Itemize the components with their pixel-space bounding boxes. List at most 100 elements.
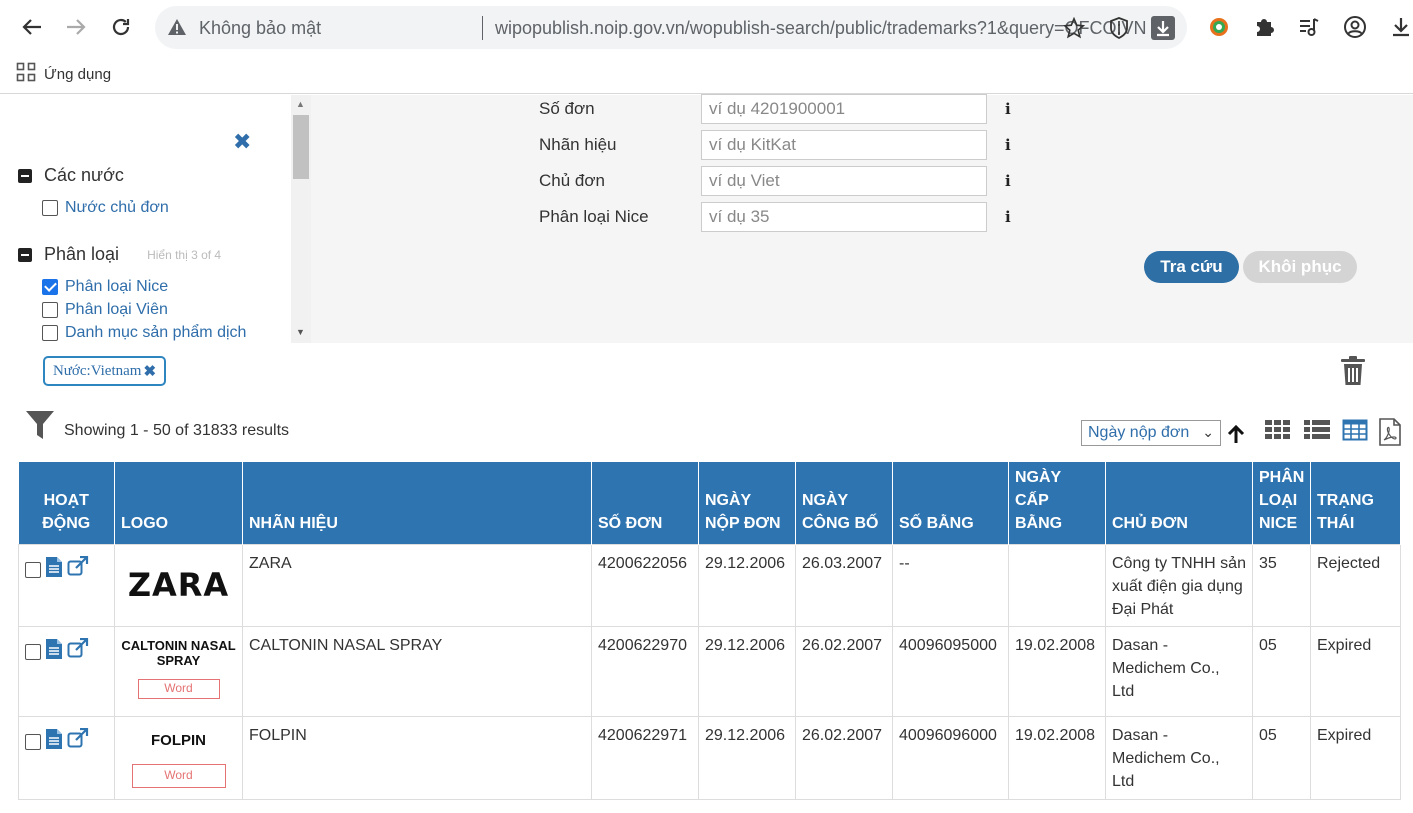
info-icon[interactable]: i — [1005, 100, 1011, 118]
address-bar[interactable]: Không bảo mật wipopublish.noip.gov.vn/wo… — [155, 6, 1187, 49]
table-row[interactable]: CALTONIN NASAL SPRAY Word CALTONIN NASAL… — [18, 625, 1401, 717]
document-icon[interactable] — [45, 638, 63, 667]
reset-button[interactable]: Khôi phục — [1243, 251, 1357, 283]
row-checkbox[interactable] — [25, 733, 41, 750]
cell-nice: 35 — [1252, 543, 1311, 627]
facet-item-applicant-country[interactable]: Nước chủ đơn — [42, 199, 169, 217]
chevron-down-icon: ⌄ — [1202, 424, 1214, 440]
col-header-owner[interactable]: CHỦ ĐƠN — [1105, 462, 1253, 544]
search-button[interactable]: Tra cứu — [1144, 251, 1239, 283]
extensions-puzzle-icon[interactable] — [1251, 14, 1277, 40]
trademark-input[interactable] — [701, 130, 987, 160]
bookmarks-bar-apps[interactable]: Ứng dụng — [16, 62, 111, 86]
extension-color-icon[interactable] — [1206, 14, 1232, 40]
row-checkbox[interactable] — [25, 643, 41, 660]
remove-filter-icon[interactable]: ✖ — [143, 362, 156, 380]
scroll-thumb[interactable] — [293, 115, 309, 179]
cell-trademark[interactable]: ZARA — [242, 543, 592, 627]
cell-owner: Dasan - Medichem Co., Ltd — [1105, 715, 1253, 800]
row-checkbox[interactable] — [25, 561, 41, 578]
sort-direction-arrow-icon[interactable] — [1226, 424, 1246, 449]
bookmark-star-icon[interactable] — [1062, 16, 1086, 40]
facet-item-label[interactable]: Phân loại Viên — [65, 301, 168, 319]
open-external-icon[interactable] — [67, 637, 89, 665]
open-external-icon[interactable] — [67, 555, 89, 583]
nice-class-input[interactable] — [701, 202, 987, 232]
col-header-app-no[interactable]: SỐ ĐƠN — [591, 462, 699, 544]
trademark-logo[interactable]: ZARA — [121, 552, 236, 608]
table-row[interactable]: FOLPIN Word FOLPIN 4200622971 29.12.2006… — [18, 715, 1401, 800]
facet-item-label[interactable]: Nước chủ đơn — [65, 199, 169, 217]
info-icon[interactable]: i — [1005, 172, 1011, 190]
facet-header-classification[interactable]: Phân loại Hiển thị 3 of 4 — [18, 244, 221, 265]
url-text[interactable]: wipopublish.noip.gov.vn/wopublish-search… — [495, 18, 1147, 39]
field-label: Phân loại Nice — [539, 207, 649, 226]
close-sidebar-icon[interactable]: ✖ — [233, 129, 251, 155]
facet-item-goods-services[interactable]: Danh mục sản phẩm dịch — [42, 324, 246, 342]
info-icon[interactable]: i — [1005, 208, 1011, 226]
filter-funnel-icon[interactable] — [25, 410, 55, 445]
table-row[interactable]: ZARA ZARA 4200622056 29.12.2006 26.03.20… — [18, 543, 1401, 627]
col-header-trademark[interactable]: NHÃN HIỆU — [242, 462, 592, 544]
facet-item-vienna[interactable]: Phân loại Viên — [42, 301, 168, 319]
sort-select[interactable]: Ngày nộp đơn ⌄ — [1081, 420, 1221, 446]
sidebar-scrollbar[interactable]: ▲ ▼ — [291, 95, 311, 343]
logo-text: ZARA — [127, 565, 230, 604]
reload-icon[interactable] — [106, 12, 136, 42]
download-page-icon[interactable] — [1151, 16, 1175, 40]
warning-icon[interactable] — [167, 18, 187, 41]
active-filter-chip[interactable]: Nước:Vietnam ✖ — [43, 356, 166, 386]
cell-pub-date: 26.02.2007 — [795, 715, 893, 800]
search-panel: ✖ Các nước Nước chủ đơn Phân loại Hiển t… — [0, 94, 1413, 343]
profile-icon[interactable] — [1342, 14, 1368, 40]
cell-trademark[interactable]: CALTONIN NASAL SPRAY — [242, 625, 592, 717]
cell-status: Expired — [1310, 715, 1401, 800]
open-external-icon[interactable] — [67, 727, 89, 755]
back-icon[interactable] — [17, 12, 47, 42]
trademark-logo[interactable]: FOLPIN Word — [121, 724, 236, 788]
scroll-up-icon[interactable]: ▲ — [296, 99, 305, 109]
cell-trademark[interactable]: FOLPIN — [242, 715, 592, 800]
col-header-nice[interactable]: PHÂN LOẠI NICE — [1252, 462, 1311, 544]
shield-icon[interactable] — [1107, 16, 1131, 40]
info-icon[interactable]: i — [1005, 136, 1011, 154]
trademark-logo[interactable]: CALTONIN NASAL SPRAY Word — [121, 634, 236, 699]
document-icon[interactable] — [45, 556, 63, 585]
cell-nice: 05 — [1252, 625, 1311, 717]
applicant-input[interactable] — [701, 166, 987, 196]
cell-owner: Công ty TNHH sản xuất điện gia dụng Đại … — [1105, 543, 1253, 627]
col-header-reg-no[interactable]: SỐ BẰNG — [892, 462, 1009, 544]
grid-view-icon[interactable] — [1264, 418, 1292, 447]
forward-icon[interactable] — [61, 12, 91, 42]
facet-item-label[interactable]: Phân loại Nice — [65, 278, 168, 296]
media-queue-icon[interactable] — [1296, 14, 1322, 40]
document-icon[interactable] — [45, 728, 63, 757]
cell-filing-date: 29.12.2006 — [698, 715, 796, 800]
collapse-icon[interactable] — [18, 168, 32, 183]
checkbox[interactable] — [42, 325, 58, 341]
downloads-icon[interactable] — [1388, 14, 1413, 40]
col-header-pub-date[interactable]: NGÀY CÔNG BỐ — [795, 462, 893, 544]
table-header-row: HOẠT ĐỘNG LOGO NHÃN HIỆU SỐ ĐƠN NGÀY NỘP… — [18, 462, 1401, 544]
trash-icon[interactable] — [1339, 355, 1367, 392]
browser-toolbar: Không bảo mật wipopublish.noip.gov.vn/wo… — [0, 0, 1413, 94]
facet-item-label[interactable]: Danh mục sản phẩm dịch — [65, 324, 246, 342]
facet-header-countries[interactable]: Các nước — [18, 165, 124, 186]
cell-nice: 05 — [1252, 715, 1311, 800]
table-view-icon[interactable] — [1342, 418, 1368, 447]
checkbox[interactable] — [42, 302, 58, 318]
facet-item-nice[interactable]: Phân loại Nice — [42, 278, 168, 296]
col-header-status[interactable]: TRẠNG THÁI — [1310, 462, 1401, 544]
col-header-filing-date[interactable]: NGÀY NỘP ĐƠN — [698, 462, 796, 544]
cell-filing-date: 29.12.2006 — [698, 543, 796, 627]
list-view-icon[interactable] — [1303, 418, 1331, 447]
checkbox[interactable] — [42, 200, 58, 216]
checkbox-checked[interactable] — [42, 279, 58, 295]
application-number-input[interactable] — [701, 94, 987, 124]
scroll-down-icon[interactable]: ▼ — [296, 327, 305, 337]
col-header-reg-date[interactable]: NGÀY CẤP BẰNG — [1008, 462, 1106, 544]
collapse-icon[interactable] — [18, 247, 32, 262]
security-label[interactable]: Không bảo mật — [199, 18, 321, 39]
cell-reg-date: 19.02.2008 — [1008, 625, 1106, 717]
pdf-export-icon[interactable] — [1378, 418, 1402, 451]
